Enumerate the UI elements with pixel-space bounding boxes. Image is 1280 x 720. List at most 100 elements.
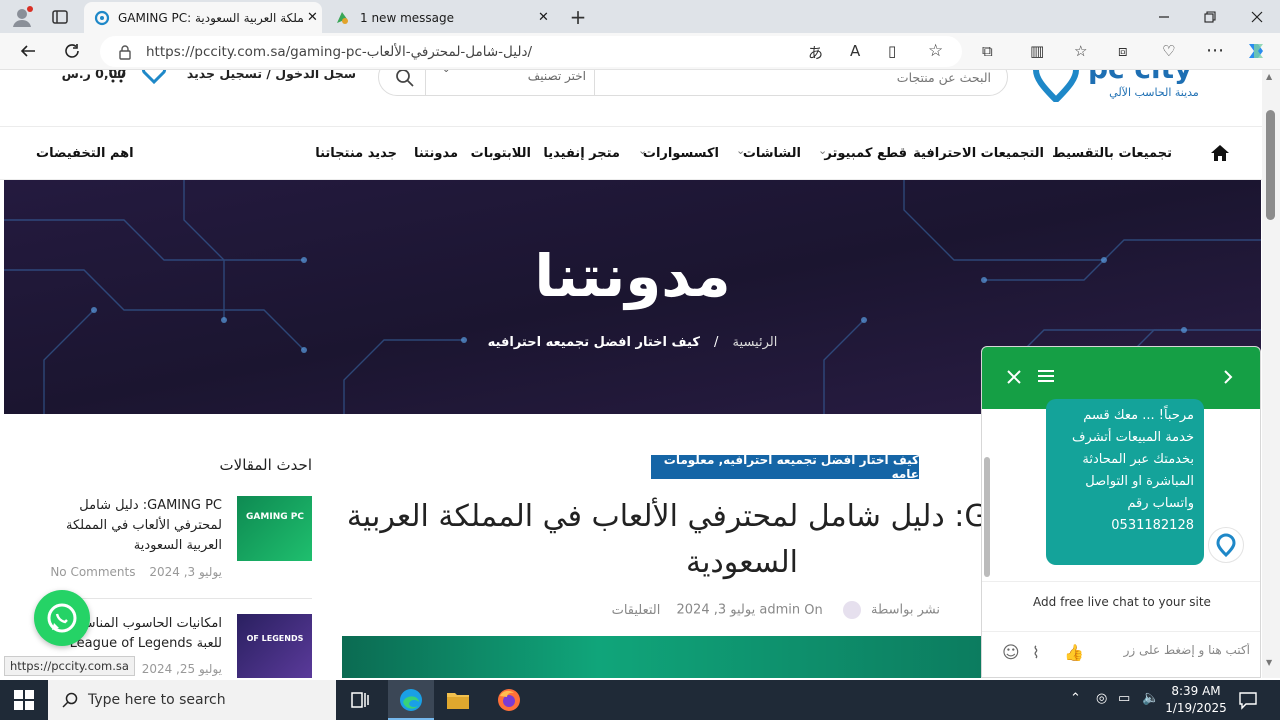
url-text: https://pccity.com.sa/gaming-pc-دليل-شام… — [146, 43, 533, 60]
wishlist-heart-icon[interactable] — [138, 70, 170, 86]
taskbar-search-placeholder: Type here to search — [88, 692, 226, 708]
profile-avatar-icon[interactable] — [10, 5, 34, 29]
nav-item-monitors[interactable]: الشاشات — [743, 146, 801, 161]
nav-item-laptops[interactable]: اللابتوبات — [471, 146, 531, 161]
edge-taskbar-button[interactable] — [388, 680, 434, 720]
whatsapp-icon — [47, 603, 77, 633]
tab-active[interactable]: GAMING PC: دليل شامل لمحترفي الألعاب في … — [84, 2, 322, 33]
windows-start-icon[interactable] — [14, 690, 34, 710]
home-icon[interactable] — [1210, 144, 1230, 162]
tab-title: 1 new message — [360, 10, 454, 25]
chevron-up-icon[interactable]: ⌃ — [1070, 691, 1081, 706]
page-scrollbar[interactable]: ▲ ▼ — [1262, 70, 1280, 678]
nav-item-new-products[interactable]: جديد منتجاتنا — [315, 146, 397, 161]
clock[interactable]: 8:39 AM 1/19/2025 — [1160, 683, 1232, 717]
cart-icon[interactable] — [104, 70, 126, 84]
site-logo[interactable]: pc city مدينة الحاسب الآلي — [1032, 70, 1222, 104]
performance-icon[interactable]: ♡ — [1162, 42, 1175, 60]
thumbnail-caption: OF LEGENDS — [246, 634, 304, 643]
chevron-down-icon: ⌄ — [638, 144, 648, 157]
lock-icon — [118, 44, 132, 60]
post-featured-image — [342, 636, 982, 678]
read-aloud-icon[interactable]: A — [850, 42, 860, 60]
divider — [982, 631, 1260, 632]
file-explorer-icon[interactable] — [446, 689, 470, 711]
sidebar-heading: احدث المقالات — [219, 456, 312, 474]
address-bar[interactable]: https://pccity.com.sa/gaming-pc-دليل-شام… — [100, 36, 962, 67]
scroll-down-icon[interactable]: ▼ — [1266, 658, 1272, 667]
breadcrumb-home[interactable]: الرئيسية — [733, 335, 778, 350]
category-select-label: اختر تصنيف — [527, 70, 586, 83]
meta-on: On — [804, 602, 823, 618]
post-thumbnail[interactable]: GAMING PC — [237, 496, 312, 561]
scroll-up-icon[interactable]: ▲ — [1266, 72, 1272, 81]
extensions-icon[interactable]: ⧉ — [982, 42, 993, 60]
meet-now-icon[interactable]: ◎ — [1096, 691, 1107, 706]
meta-comments[interactable]: التعليقات — [612, 603, 661, 618]
new-tab-icon[interactable]: + — [566, 5, 590, 29]
chat-scrollbar[interactable] — [984, 457, 990, 577]
close-tab-icon[interactable]: ✕ — [307, 10, 318, 25]
nav-item-nvidia-store[interactable]: متجر إنفيديا — [543, 146, 620, 161]
tab-inactive[interactable]: 1 new message ✕ — [324, 2, 560, 33]
favorite-star-icon[interactable]: ☆ — [928, 41, 943, 61]
copilot-icon[interactable] — [1245, 40, 1269, 62]
nav-item-pro-builds[interactable]: التجميعات الاحترافية — [913, 146, 1044, 161]
sidebar-post-comments[interactable]: No Comments — [50, 565, 135, 579]
category-badge[interactable]: كيف اختار افضل تجميعه احترافيه, معلومات … — [651, 453, 919, 481]
chat-message-input[interactable]: أكتب هنا و إضغط على زر — [1030, 643, 1250, 657]
notifications-icon[interactable] — [1238, 690, 1258, 710]
emoji-icon[interactable]: ☺ — [1002, 643, 1022, 663]
nav-item-accessories[interactable]: اكسسوارات — [643, 146, 719, 161]
menu-icon[interactable] — [1038, 369, 1056, 385]
whatsapp-button[interactable] — [34, 590, 90, 646]
address-toolbar: https://pccity.com.sa/gaming-pc-دليل-شام… — [0, 33, 1280, 70]
nav-item-installments[interactable]: تجميعات بالتقسيط — [1052, 146, 1172, 161]
nav-item-pc-parts[interactable]: قطع كمبيوتر — [824, 146, 907, 161]
volume-icon[interactable]: 🔈 — [1142, 690, 1159, 706]
minimize-icon[interactable] — [1152, 6, 1176, 28]
close-icon[interactable] — [1006, 369, 1024, 387]
clock-time: 8:39 AM — [1171, 684, 1221, 698]
task-view-icon[interactable] — [350, 690, 370, 710]
refresh-icon[interactable] — [60, 40, 84, 62]
status-url-tooltip: https://pccity.com.sa — [4, 656, 135, 676]
category-select[interactable]: ⌄ اختر تصنيف — [425, 70, 595, 95]
breadcrumb-current: كيف اختار افضل تجميعه احترافيه — [487, 335, 700, 350]
search-icon[interactable] — [395, 70, 415, 88]
nav-item-deals[interactable]: اهم التخفيضات — [36, 146, 134, 161]
breadcrumb-separator: / — [714, 335, 719, 350]
post-thumbnail[interactable]: OF LEGENDS — [237, 614, 312, 678]
favorites-icon[interactable]: ☆ — [1074, 42, 1087, 60]
message-favicon-icon — [334, 10, 350, 26]
close-tab-icon[interactable]: ✕ — [538, 10, 549, 25]
search-icon — [62, 692, 78, 708]
collections-icon[interactable]: ⧈ — [1118, 42, 1128, 60]
restore-icon[interactable] — [1198, 6, 1222, 28]
back-icon[interactable] — [16, 40, 40, 62]
chevron-right-icon[interactable] — [1222, 369, 1236, 385]
taskbar-search[interactable]: Type here to search — [48, 680, 336, 720]
firefox-icon[interactable] — [497, 688, 521, 712]
site-favicon-icon — [94, 10, 110, 26]
meta-date: يوليو 3, 2024 — [676, 602, 756, 618]
product-search-input[interactable] — [599, 70, 991, 89]
sidebar-post-date: يوليو 3, 2024 — [149, 565, 222, 579]
hero-title: مدونتنا — [534, 242, 731, 310]
chat-promo-link[interactable]: Add free live chat to your site — [992, 595, 1252, 609]
tab-actions-icon[interactable] — [50, 7, 70, 27]
translate-icon[interactable]: あ — [808, 42, 823, 63]
more-menu-icon[interactable]: ⋯ — [1206, 40, 1224, 61]
nav-item-blog[interactable]: مدونتنا — [414, 146, 458, 161]
logo-text: pc city — [1088, 70, 1192, 85]
sidebar-post-title[interactable]: GAMING PC: دليل شامل لمحترفي الألعاب في … — [50, 496, 222, 556]
immersive-reader-icon[interactable]: ▯ — [888, 42, 896, 60]
close-window-icon[interactable] — [1245, 6, 1269, 28]
login-link[interactable]: سجل الدخول / تسجيل جديد — [186, 70, 356, 86]
scroll-thumb[interactable] — [1266, 110, 1275, 220]
split-screen-icon[interactable]: ▥ — [1030, 42, 1044, 60]
divider — [982, 581, 1260, 582]
sidebar-post-date: يوليو 25, 2024 — [141, 662, 222, 676]
meta-author[interactable]: admin — [759, 603, 800, 618]
network-icon[interactable]: ▭ — [1118, 691, 1130, 706]
